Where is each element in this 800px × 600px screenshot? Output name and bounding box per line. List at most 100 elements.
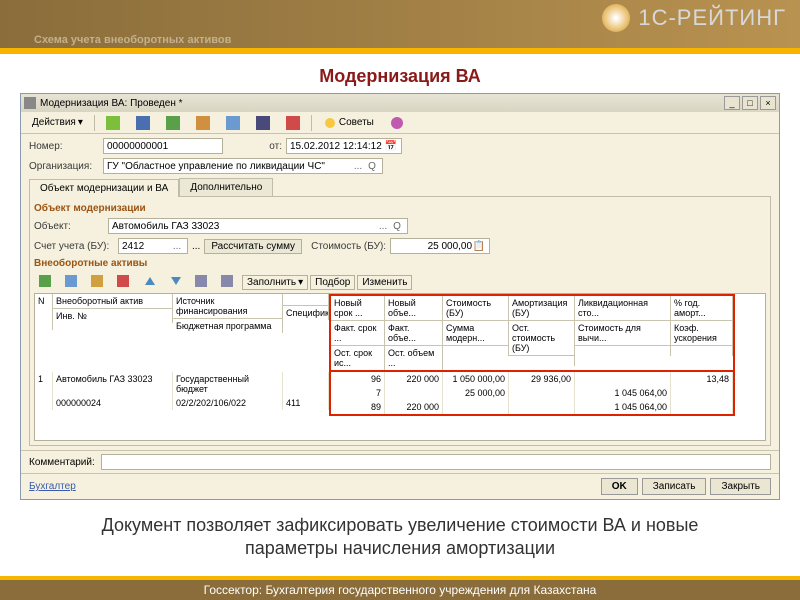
section-object-title: Объект модернизации: [34, 203, 766, 214]
window-title: Модернизация ВА: Проведен *: [40, 98, 183, 109]
edit-button[interactable]: Изменить: [357, 275, 412, 290]
logo: 1С-РЕЙТИНГ: [602, 4, 786, 32]
col-pct: % год. аморт...: [671, 296, 733, 321]
pencil-icon: [91, 275, 105, 289]
tab-additional[interactable]: Дополнительно: [179, 178, 273, 196]
sort-asc-button[interactable]: [190, 273, 214, 291]
accent-bar: [0, 48, 800, 54]
post-and-close-button[interactable]: [99, 114, 127, 132]
open-icon[interactable]: Q: [365, 161, 379, 172]
table-row: 7 25 000,00 1 045 064,00: [331, 386, 733, 400]
movements-button[interactable]: [249, 114, 277, 132]
col-fact-vol: Факт. объе...: [385, 321, 443, 346]
check-icon: [166, 116, 180, 130]
date-input[interactable]: 15.02.2012 12:14:12📅: [286, 138, 402, 154]
tree-icon: [226, 116, 240, 130]
main-toolbar: Действия ▾ Советы: [21, 112, 779, 134]
help-icon: [390, 116, 404, 130]
edit-row-button[interactable]: [86, 273, 110, 291]
help-button[interactable]: [383, 114, 411, 132]
delete-row-button[interactable]: [112, 273, 136, 291]
arrow-icon: [106, 116, 120, 130]
slide-subtitle: Схема учета внеоборотных активов: [34, 34, 231, 46]
table-row: 000000024 02/2/202/106/022 411: [35, 396, 329, 410]
object-input[interactable]: Автомобиль ГАЗ 33023...Q: [108, 218, 408, 234]
app-window: Модернизация ВА: Проведен * _ □ × Действ…: [20, 93, 780, 500]
cost-input[interactable]: 25 000,00📋: [390, 238, 490, 254]
user-link[interactable]: Бухгалтер: [29, 481, 76, 492]
close-doc-button[interactable]: Закрыть: [710, 478, 771, 495]
calendar-icon[interactable]: 📅: [384, 141, 398, 152]
col-new-vol: Новый объе...: [385, 296, 443, 321]
titlebar: Модернизация ВА: Проведен * _ □ ×: [21, 94, 779, 112]
col-spec: Специфика: [283, 306, 329, 320]
from-label: от:: [227, 141, 282, 152]
ok-button[interactable]: OK: [601, 478, 638, 495]
col-cost-bu: Стоимость (БУ): [443, 296, 509, 321]
org-input[interactable]: ГУ "Областное управление по ликвидации Ч…: [103, 158, 383, 174]
logo-text: 1С-РЕЙТИНГ: [638, 5, 786, 31]
col-budprog: Бюджетная программа: [173, 319, 283, 333]
col-koef: Коэф. ускорения: [671, 321, 733, 346]
comment-input[interactable]: [101, 454, 771, 470]
actions-menu[interactable]: Действия ▾: [25, 115, 90, 130]
col-asset: Внеоборотный актив: [53, 294, 173, 309]
footer-text: Госсектор: Бухгалтерия государственного …: [0, 580, 800, 600]
select-button[interactable]: Подбор: [310, 275, 355, 290]
col-liq: Ликвидационная сто...: [575, 296, 671, 321]
print-button[interactable]: [279, 114, 307, 132]
table-row: 1 Автомобиль ГАЗ 33023 Государственный б…: [35, 372, 329, 396]
up-icon: [143, 275, 157, 289]
move-down-button[interactable]: [164, 273, 188, 291]
grid-body[interactable]: 1 Автомобиль ГАЗ 33023 Государственный б…: [35, 372, 765, 440]
col-n: N: [35, 294, 53, 330]
post-button[interactable]: [159, 114, 187, 132]
grid-icon: [196, 116, 210, 130]
lightbulb-icon: [323, 116, 337, 130]
save-button[interactable]: [129, 114, 157, 132]
logo-icon: [602, 4, 630, 32]
print-icon: [286, 116, 300, 130]
number-input[interactable]: 00000000001: [103, 138, 223, 154]
advice-button[interactable]: Советы: [316, 114, 381, 132]
col-ost-term: Ост. срок ис...: [331, 346, 385, 370]
sort-asc-icon: [195, 275, 209, 289]
col-amort: Амортизация (БУ): [509, 296, 575, 321]
fill-menu[interactable]: Заполнить ▾: [242, 275, 308, 290]
disk-icon: [136, 116, 150, 130]
col-sum-mod: Сумма модерн...: [443, 321, 509, 346]
down-icon: [169, 275, 183, 289]
sort-desc-button[interactable]: [216, 273, 240, 291]
select-icon[interactable]: ...: [170, 241, 184, 252]
account-input[interactable]: 2412...: [118, 238, 188, 254]
calc-sum-button[interactable]: Рассчитать сумму: [204, 239, 302, 254]
add-row-button[interactable]: [34, 273, 58, 291]
copy-icon: [65, 275, 79, 289]
cost-label: Стоимость (БУ):: [306, 241, 386, 252]
table-row: 89 220 000 1 045 064,00: [331, 400, 733, 414]
maximize-button[interactable]: □: [742, 96, 758, 110]
col-inv: Инв. №: [53, 309, 173, 323]
select-icon[interactable]: ...: [376, 221, 390, 232]
minimize-button[interactable]: _: [724, 96, 740, 110]
open-icon[interactable]: Q: [390, 221, 404, 232]
col-calc: Стоимость для вычи...: [575, 321, 671, 346]
copy-row-button[interactable]: [60, 273, 84, 291]
calc-icon[interactable]: 📋: [472, 241, 486, 252]
open-icon[interactable]: ...: [192, 241, 200, 252]
move-up-button[interactable]: [138, 273, 162, 291]
tab-object[interactable]: Объект модернизации и ВА: [29, 179, 179, 197]
select-icon[interactable]: ...: [351, 161, 365, 172]
close-button[interactable]: ×: [760, 96, 776, 110]
col-ost-st: Ост. стоимость (БУ): [509, 321, 575, 356]
slide-footer: Госсектор: Бухгалтерия государственного …: [0, 576, 800, 600]
structure-button[interactable]: [219, 114, 247, 132]
col-ost-vol: Ост. объем ...: [385, 346, 443, 370]
write-button[interactable]: Записать: [642, 478, 707, 495]
account-label: Счет учета (БУ):: [34, 241, 114, 252]
col-fact-term: Факт. срок ...: [331, 321, 385, 346]
highlighted-columns: Новый срок ... Факт. срок ... Ост. срок …: [329, 294, 735, 372]
object-label: Объект:: [34, 221, 104, 232]
unpost-button[interactable]: [189, 114, 217, 132]
page-title: Модернизация ВА: [0, 66, 800, 87]
